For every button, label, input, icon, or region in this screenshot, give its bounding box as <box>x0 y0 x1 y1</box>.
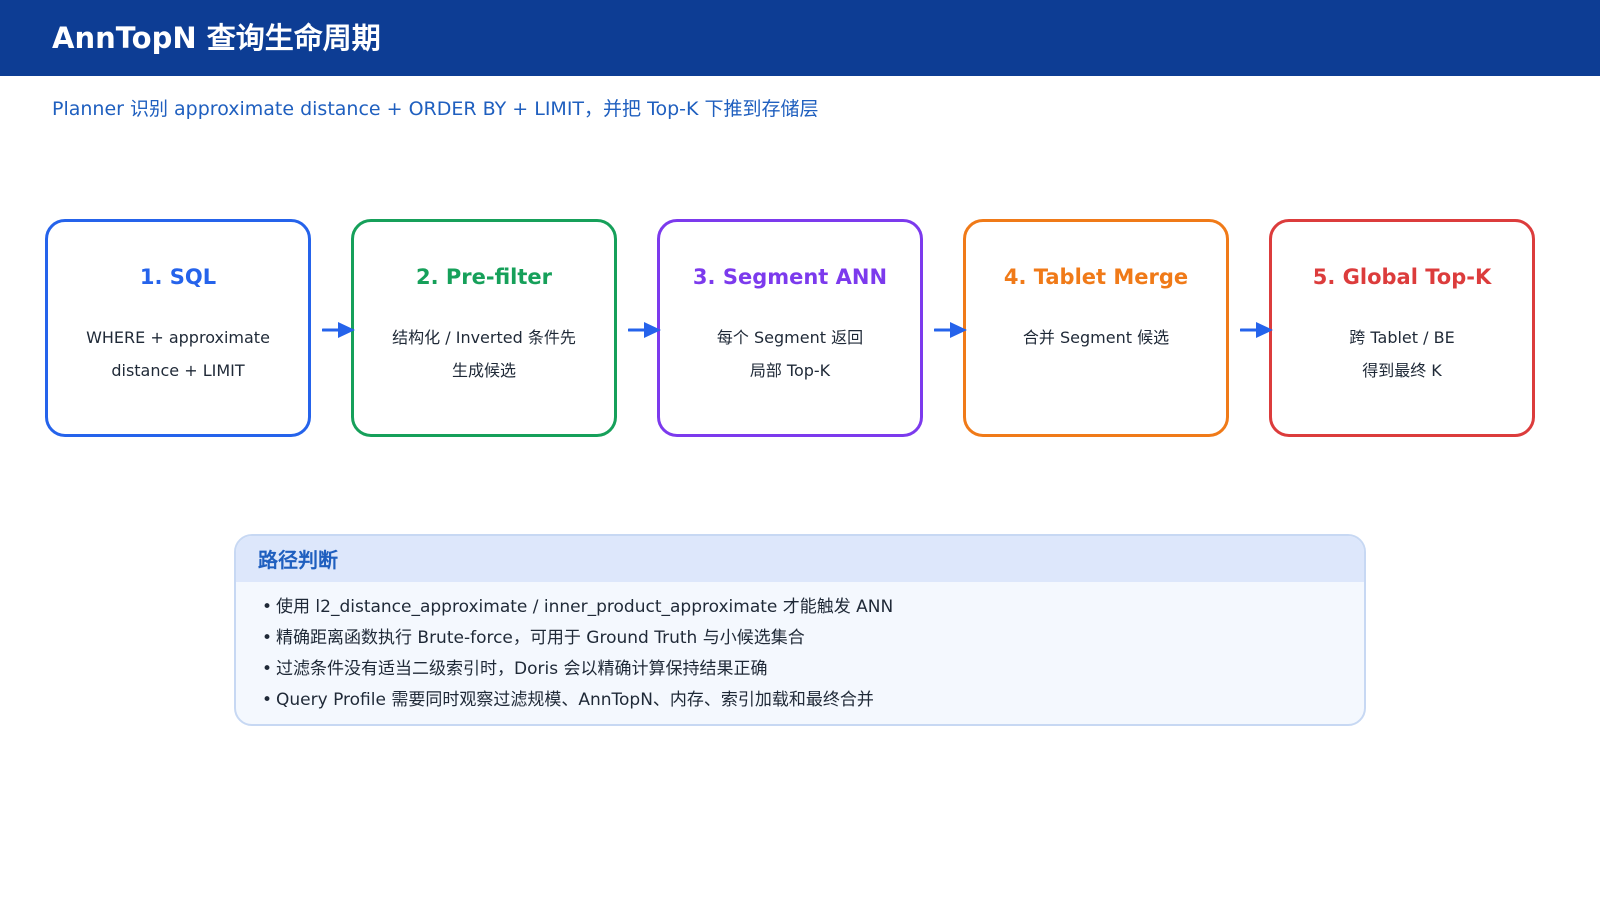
bullet-list: • 使用 l2_distance_approximate / inner_prod… <box>262 592 893 716</box>
flow-arrow-icon <box>628 322 661 338</box>
flow-arrow-icon <box>1240 322 1273 338</box>
stage-box-segment-ann: 3. Segment ANN 每个 Segment 返回 局部 Top-K <box>657 219 923 437</box>
bullet-dot-icon: • <box>262 690 273 710</box>
stage-title: 3. Segment ANN <box>692 265 888 289</box>
page-title: AnnTopN 查询生命周期 <box>52 21 381 55</box>
bullet-dot-icon: • <box>262 659 273 679</box>
panel-header: 路径判断 <box>236 536 1364 582</box>
stage-box-global-top-k: 5. Global Top-K 跨 Tablet / BE 得到最终 K <box>1269 219 1535 437</box>
bullet-text: 使用 l2_distance_approximate / inner_produ… <box>276 597 894 617</box>
stage-description: 合并 Segment 候选 <box>976 321 1216 354</box>
stage-description-line: 结构化 / Inverted 条件先 <box>392 328 576 347</box>
stage-description-line: 合并 Segment 候选 <box>1022 328 1170 347</box>
stage-description: 结构化 / Inverted 条件先 生成候选 <box>364 321 604 387</box>
stage-description-line: 得到最终 K <box>1362 361 1442 380</box>
stage-description: 跨 Tablet / BE 得到最终 K <box>1282 321 1522 387</box>
stage-title: 4. Tablet Merge <box>1003 265 1189 289</box>
stage-description-line: 跨 Tablet / BE <box>1349 328 1455 347</box>
page-subtitle: Planner 识别 approximate distance + ORDER … <box>52 98 819 120</box>
flow-arrow-icon <box>322 322 355 338</box>
stage-description: 每个 Segment 返回 局部 Top-K <box>670 321 910 387</box>
bullet-dot-icon: • <box>262 597 273 617</box>
stage-description-line: 局部 Top-K <box>749 361 831 380</box>
stage-box-tablet-merge: 4. Tablet Merge 合并 Segment 候选 <box>963 219 1229 437</box>
stage-description-line: 每个 Segment 返回 <box>716 328 864 347</box>
stage-title: 5. Global Top-K <box>1312 265 1492 289</box>
header-bar: AnnTopN 查询生命周期 <box>0 0 1600 76</box>
stage-title: 1. SQL <box>139 265 217 289</box>
bullet-text: Query Profile 需要同时观察过滤规模、AnnTopN、内存、索引加载… <box>276 690 874 710</box>
flow-arrow-icon <box>934 322 967 338</box>
panel-title: 路径判断 <box>258 548 338 572</box>
stage-description-line: distance + LIMIT <box>111 361 245 380</box>
bullet-text: 过滤条件没有适当二级索引时，Doris 会以精确计算保持结果正确 <box>276 659 768 679</box>
stage-box-sql: 1. SQL WHERE + approximate distance + LI… <box>45 219 311 437</box>
stage-description-line: WHERE + approximate <box>86 328 270 347</box>
bullet-item: • 使用 l2_distance_approximate / inner_prod… <box>262 592 893 623</box>
bullet-item: • Query Profile 需要同时观察过滤规模、AnnTopN、内存、索引加… <box>262 685 893 716</box>
stage-description: WHERE + approximate distance + LIMIT <box>58 321 298 387</box>
bullet-item: • 过滤条件没有适当二级索引时，Doris 会以精确计算保持结果正确 <box>262 654 893 685</box>
bullet-dot-icon: • <box>262 628 273 648</box>
path-decision-panel: 路径判断 • 使用 l2_distance_approximate / inner… <box>234 534 1366 726</box>
stage-title: 2. Pre-filter <box>415 265 552 289</box>
bullet-item: • 精确距离函数执行 Brute-force，可用于 Ground Truth 与… <box>262 623 893 654</box>
stage-description-line: 生成候选 <box>451 361 516 380</box>
bullet-text: 精确距离函数执行 Brute-force，可用于 Ground Truth 与小… <box>276 628 805 648</box>
stage-box-pre-filter: 2. Pre-filter 结构化 / Inverted 条件先 生成候选 <box>351 219 617 437</box>
